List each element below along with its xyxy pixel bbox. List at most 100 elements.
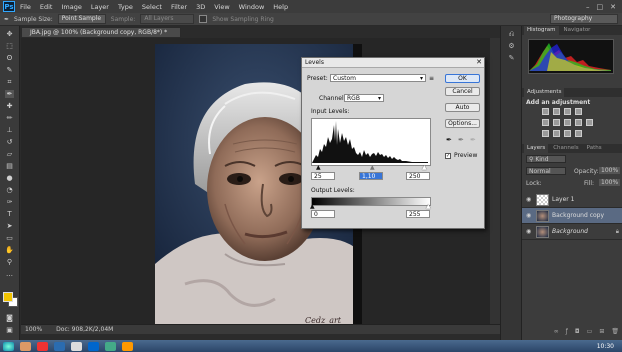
layer-filter-select[interactable]: ⚲ Kind xyxy=(526,155,566,163)
gradient-tool-icon[interactable]: ▤ xyxy=(5,162,14,170)
tab-adjustments[interactable]: Adjustments xyxy=(524,88,565,97)
quick-select-tool-icon[interactable]: ✎ xyxy=(5,66,14,74)
vertical-scrollbar[interactable] xyxy=(490,38,500,324)
marquee-tool-icon[interactable]: ⬚ xyxy=(5,42,14,50)
link-icon[interactable]: ∞ xyxy=(554,328,559,338)
preset-options-icon[interactable]: ≡ xyxy=(429,75,434,82)
menu-3d[interactable]: 3D xyxy=(196,3,205,11)
levels-icon[interactable] xyxy=(553,108,560,115)
layer-row[interactable]: ◉ Background 🔒︎ xyxy=(522,224,622,240)
lasso-tool-icon[interactable]: ʘ xyxy=(5,54,14,62)
blend-mode-select[interactable]: Normal xyxy=(526,167,566,175)
eraser-tool-icon[interactable]: ▱ xyxy=(5,150,14,158)
menu-layer[interactable]: Layer xyxy=(91,3,109,11)
auto-button[interactable]: Auto xyxy=(445,103,480,112)
maximize-button[interactable]: □ xyxy=(597,3,604,11)
screen-mode-icon[interactable]: ▣ xyxy=(5,326,14,334)
zoom-tool-icon[interactable]: ⚲ xyxy=(5,258,14,266)
zoom-level[interactable]: 100% xyxy=(25,326,42,333)
menu-window[interactable]: Window xyxy=(239,3,265,11)
black-input-slider[interactable]: ▲ xyxy=(316,164,321,171)
output-black-field[interactable]: 0 xyxy=(311,210,335,218)
taskbar-app-icon[interactable] xyxy=(71,341,82,351)
tab-channels[interactable]: Channels xyxy=(550,144,581,153)
dodge-tool-icon[interactable]: ◔ xyxy=(5,186,14,194)
taskbar-app-icon[interactable] xyxy=(54,341,65,351)
properties-icon[interactable]: ⚙ xyxy=(507,42,516,51)
eyedropper-icon[interactable]: ✒ xyxy=(4,16,9,23)
quick-mask-icon[interactable]: ◙ xyxy=(5,314,14,322)
brightness-contrast-icon[interactable] xyxy=(542,108,549,115)
ok-button[interactable]: OK xyxy=(445,74,480,83)
fx-icon[interactable]: ƒ xyxy=(566,328,568,338)
workspace-select[interactable]: Photography xyxy=(550,14,618,24)
preset-select[interactable]: Custom ▾ xyxy=(330,74,426,82)
sample-size-select[interactable]: Point Sample xyxy=(57,14,106,24)
healing-tool-icon[interactable]: ✚ xyxy=(5,102,14,110)
layer-row[interactable]: ◉ Layer 1 xyxy=(522,192,622,208)
gray-eyedropper-icon[interactable]: ✒ xyxy=(458,136,464,144)
menu-file[interactable]: File xyxy=(20,3,31,11)
taskbar-app-icon[interactable] xyxy=(37,341,48,351)
menu-edit[interactable]: Edit xyxy=(40,3,53,11)
menu-image[interactable]: Image xyxy=(61,3,81,11)
menu-filter[interactable]: Filter xyxy=(171,3,187,11)
preview-checkbox[interactable]: ✓ xyxy=(445,153,451,159)
shape-tool-icon[interactable]: ▭ xyxy=(5,234,14,242)
folder-icon[interactable]: ▭ xyxy=(587,328,593,338)
mask-icon[interactable]: ◘ xyxy=(575,328,580,338)
input-gamma-field[interactable]: 1,10 xyxy=(359,172,383,180)
move-tool-icon[interactable]: ✥ xyxy=(5,30,14,38)
close-icon[interactable]: ✕ xyxy=(476,58,482,67)
color-balance-icon[interactable] xyxy=(564,119,571,126)
crop-tool-icon[interactable]: ⌗ xyxy=(5,78,14,86)
layer-row[interactable]: ◉ Background copy xyxy=(522,208,622,224)
input-white-field[interactable]: 250 xyxy=(406,172,430,180)
invert-icon[interactable] xyxy=(542,130,549,137)
tab-paths[interactable]: Paths xyxy=(584,144,605,153)
doc-size[interactable]: Doc: 908,2K/2,04M xyxy=(56,326,113,333)
minimize-button[interactable]: – xyxy=(586,3,590,11)
photo-filter-icon[interactable] xyxy=(586,119,593,126)
blur-tool-icon[interactable]: ● xyxy=(5,174,14,182)
black-output-slider[interactable]: ▲ xyxy=(310,203,315,210)
taskbar-photoshop-icon[interactable] xyxy=(88,341,99,351)
clone-stamp-tool-icon[interactable]: ⊥ xyxy=(5,126,14,134)
black-eyedropper-icon[interactable]: ✒ xyxy=(446,136,452,144)
exposure-icon[interactable] xyxy=(575,108,582,115)
vibrance-icon[interactable] xyxy=(542,119,549,126)
taskbar-app-icon[interactable] xyxy=(122,341,133,351)
options-button[interactable]: Options... xyxy=(445,119,480,128)
foreground-color-swatch[interactable] xyxy=(3,292,13,302)
menu-select[interactable]: Select xyxy=(142,3,162,11)
history-brush-tool-icon[interactable]: ↺ xyxy=(5,138,14,146)
history-icon[interactable]: ⎌ xyxy=(507,30,516,39)
output-white-field[interactable]: 255 xyxy=(406,210,430,218)
sample-select[interactable]: All Layers xyxy=(140,14,195,24)
input-black-field[interactable]: 25 xyxy=(311,172,335,180)
type-tool-icon[interactable]: T xyxy=(5,210,14,218)
opacity-field[interactable]: 100% xyxy=(599,167,621,174)
tab-layers[interactable]: Layers xyxy=(524,144,549,153)
curves-icon[interactable] xyxy=(564,108,571,115)
trash-icon[interactable]: 🗑︎ xyxy=(611,328,619,338)
menu-view[interactable]: View xyxy=(214,3,229,11)
path-select-tool-icon[interactable]: ➤ xyxy=(5,222,14,230)
eye-icon[interactable]: ◉ xyxy=(526,228,533,235)
threshold-icon[interactable] xyxy=(564,130,571,137)
brush-tool-icon[interactable]: ✏ xyxy=(5,114,14,122)
gamma-input-slider[interactable]: ▲ xyxy=(370,164,375,171)
white-output-slider[interactable]: ▲ xyxy=(426,203,431,210)
eye-icon[interactable]: ◉ xyxy=(526,212,533,219)
taskbar-app-icon[interactable] xyxy=(20,341,31,351)
channel-select[interactable]: RGB ▾ xyxy=(344,94,384,102)
hand-tool-icon[interactable]: ✋ xyxy=(5,246,14,254)
eyedropper-tool-icon[interactable]: ✒ xyxy=(5,90,14,98)
menu-help[interactable]: Help xyxy=(273,3,288,11)
menu-type[interactable]: Type xyxy=(118,3,133,11)
tab-histogram[interactable]: Histogram xyxy=(524,26,559,35)
white-input-slider[interactable]: ▲ xyxy=(422,164,427,171)
white-eyedropper-icon[interactable]: ✒ xyxy=(470,136,476,144)
brush-panel-icon[interactable]: ✎ xyxy=(507,54,516,63)
document-tab[interactable]: JBA.jpg @ 100% (Background copy, RGB/8*)… xyxy=(21,27,181,38)
